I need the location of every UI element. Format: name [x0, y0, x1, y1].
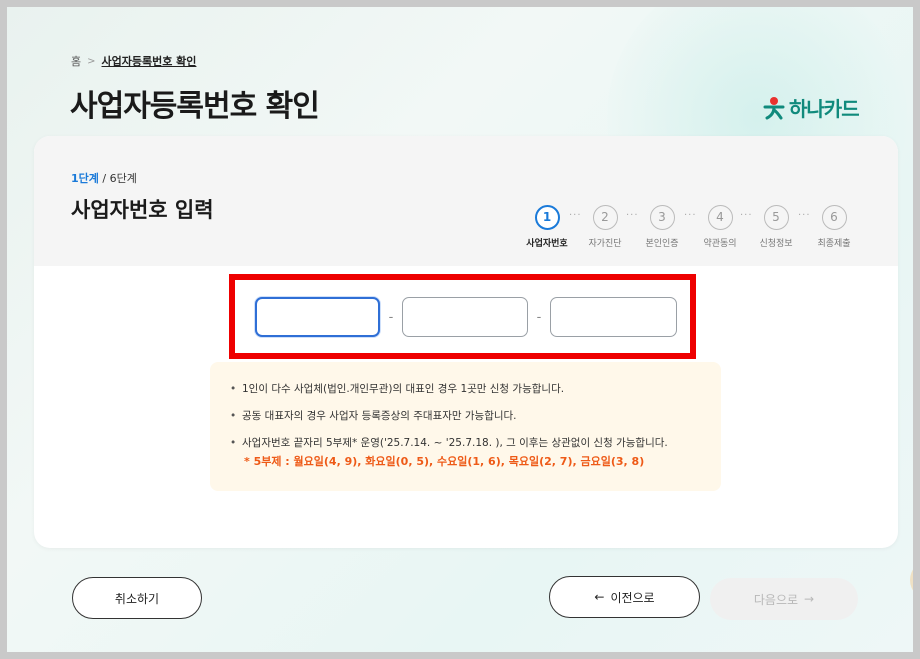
notice-list: 1인이 다수 사업체(법인.개인무관)의 대표인 경우 1곳만 신청 가능합니다… [230, 382, 721, 469]
page-title: 사업자등록번호 확인 [70, 89, 320, 124]
step-6-label: 최종제출 [817, 239, 851, 249]
progress-stepper: 1 사업자번호 ··· 2 자가진단 ··· 3 본인인증 ··· 4 약관동의 [511, 205, 893, 255]
number-separator: - [388, 309, 394, 325]
side-floating-tab[interactable]: ● [910, 560, 920, 600]
notice-item: 1인이 다수 사업체(법인.개인무관)의 대표인 경우 1곳만 신청 가능합니다… [230, 382, 721, 397]
total-steps: / 6단계 [102, 172, 137, 185]
five-day-rule: * 5부제 : 월요일(4, 9), 화요일(0, 5), 수요일(1, 6),… [244, 455, 645, 468]
previous-button-label: 이전으로 [610, 590, 655, 605]
step-5-label: 신청정보 [759, 239, 793, 249]
notice-item: 사업자번호 끝자리 5부제* 운영('25.7.14. ~ '25.7.18. … [230, 436, 721, 469]
breadcrumb-home[interactable]: 홈 [71, 53, 81, 69]
arrow-left-icon: ← [594, 590, 605, 604]
step-5-number: 5 [763, 205, 789, 230]
brand-name: 하나카드 [789, 97, 860, 121]
brand-logo[interactable]: 하나카드 [763, 93, 860, 122]
breadcrumb: 홈 > 사업자등록번호 확인 [71, 53, 196, 69]
step-3: 3 본인인증 [632, 205, 692, 249]
step-counter: 1단계 / 6단계 [71, 170, 137, 186]
step-2-number: 2 [592, 205, 618, 230]
step-4-label: 약관동의 [703, 239, 737, 249]
hana-logo-icon [763, 96, 785, 119]
step-1-number: 1 [534, 205, 560, 230]
notice-box: 1인이 다수 사업체(법인.개인무관)의 대표인 경우 1곳만 신청 가능합니다… [210, 362, 721, 491]
number-separator: - [536, 309, 542, 325]
step-5: 5 신청정보 [746, 205, 806, 249]
previous-button[interactable]: ← 이전으로 [549, 576, 700, 618]
step-1-label: 사업자번호 [526, 239, 568, 249]
notice-item-text: 사업자번호 끝자리 5부제* 운영('25.7.14. ~ '25.7.18. … [242, 437, 668, 449]
business-number-part2-input[interactable] [402, 297, 528, 337]
business-number-part3-input[interactable] [550, 297, 677, 337]
step-title: 사업자번호 입력 [71, 198, 214, 222]
step-4-number: 4 [707, 205, 733, 230]
side-tab-icon: ● [916, 575, 920, 585]
page-frame: 홈 > 사업자등록번호 확인 사업자등록번호 확인 하나카드 1단계 / 6단계… [0, 0, 920, 659]
current-step: 1단계 [71, 172, 99, 185]
cancel-button[interactable]: 취소하기 [72, 577, 202, 619]
step-3-label: 본인인증 [645, 239, 679, 249]
arrow-right-icon: → [804, 592, 815, 606]
step-6-number: 6 [821, 205, 847, 230]
step-3-number: 3 [649, 205, 675, 230]
business-number-input-group: - - [255, 297, 677, 337]
step-2-label: 자가진단 [588, 239, 622, 249]
card-header: 1단계 / 6단계 사업자번호 입력 1 사업자번호 ··· 2 자가진단 ··… [34, 136, 898, 266]
notice-item: 공동 대표자의 경우 사업자 등록증상의 주대표자만 가능합니다. [230, 409, 721, 424]
step-6: 6 최종제출 [804, 205, 864, 249]
business-number-part1-input[interactable] [255, 297, 380, 337]
next-button[interactable]: 다음으로 → [710, 578, 858, 620]
next-button-label: 다음으로 [753, 592, 799, 607]
breadcrumb-current[interactable]: 사업자등록번호 확인 [102, 53, 197, 69]
breadcrumb-separator: > [87, 55, 96, 67]
cancel-button-label: 취소하기 [114, 591, 160, 606]
step-1: 1 사업자번호 [517, 205, 577, 249]
